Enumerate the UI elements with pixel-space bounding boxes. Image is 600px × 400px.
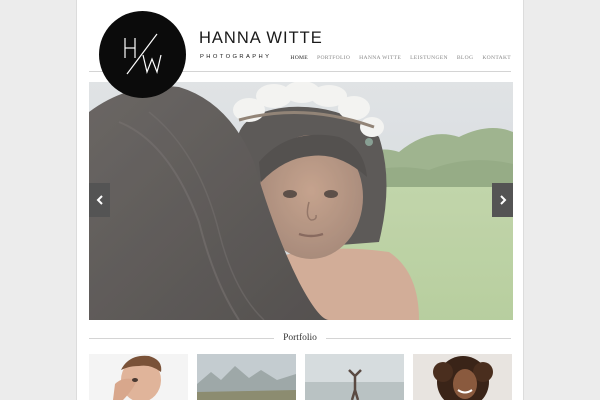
thumb-image-beach [305,354,404,400]
logo[interactable] [99,11,186,98]
nav-item-leistungen[interactable]: LEISTUNGEN [410,55,448,61]
brand-tagline: PHOTOGRAPHY [200,54,272,60]
thumb-image-woman [413,354,512,400]
nav-item-portfolio[interactable]: PORTFOLIO [317,55,350,61]
nav-item-blog[interactable]: BLOG [457,55,473,61]
portfolio-heading: Portfolio [89,331,511,345]
portfolio-thumb-1[interactable] [89,354,188,400]
slider-next-button[interactable] [492,183,513,217]
chevron-right-icon [499,195,506,205]
portfolio-thumb-3[interactable] [305,354,404,400]
heading-rule-left [89,337,275,339]
portfolio-thumb-4[interactable] [413,354,512,400]
nav-item-hanna-witte[interactable]: HANNA WITTE [359,55,401,61]
hero-slider[interactable] [89,82,513,320]
nav-item-kontakt[interactable]: KONTAKT [482,55,511,61]
monogram-logo-icon [124,33,162,75]
nav-item-home[interactable]: HOME [290,55,308,61]
portfolio-thumb-2[interactable] [197,354,296,400]
slider-prev-button[interactable] [89,183,110,217]
main-nav: HOME PORTFOLIO HANNA WITTE LEISTUNGEN BL… [290,55,511,61]
portfolio-title: Portfolio [283,333,317,343]
heading-rule-right [325,337,511,339]
brand-name[interactable]: HANNA WITTE [199,29,323,48]
hero-slide-image [89,82,513,320]
thumb-image-landscape [197,354,296,400]
chevron-left-icon [96,195,103,205]
portfolio-grid [89,354,512,400]
page-container: HANNA WITTE PHOTOGRAPHY HOME PORTFOLIO H… [76,0,524,400]
thumb-image-man [89,354,188,400]
